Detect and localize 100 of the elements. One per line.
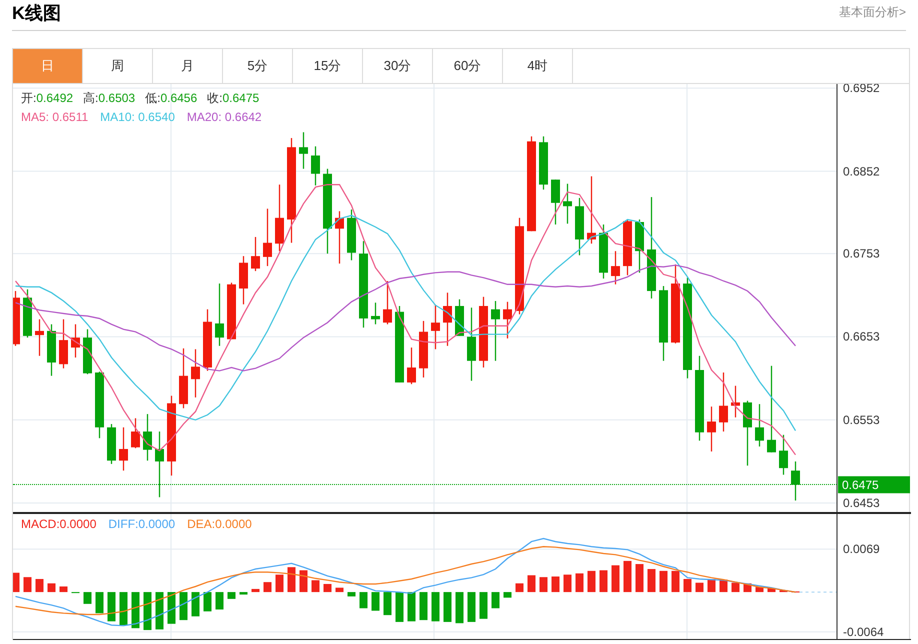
candlestick [71,324,80,358]
macd-bar [708,579,716,592]
macd-bar [672,570,680,592]
candlestick [563,184,572,224]
macd-bar [264,582,272,592]
axis-label: 0.6952 [843,84,880,96]
macd-bar [600,570,608,592]
macd-bar [324,584,332,592]
macd-bar [348,592,356,596]
macd-bar [468,592,476,622]
candlestick [443,292,452,346]
candlestick [539,136,548,190]
candlestick [107,424,116,464]
macd-bar [13,572,20,592]
macd-bar [204,592,212,612]
macd-bar [420,592,428,620]
candlestick [407,348,416,384]
candlestick [371,302,380,324]
macd-bar [504,592,512,598]
candlestick [179,348,188,408]
candlestick [203,309,212,371]
macd-bar [288,567,296,592]
macd-bar [768,588,776,592]
macd-bar [216,592,224,610]
candlestick [731,386,740,418]
macd-bar [780,590,788,592]
macd-bar [648,569,656,592]
candlestick [611,251,620,284]
macd-bar [36,579,44,592]
last-price-tag: 0.6475 [838,476,910,494]
macd-bar [300,570,308,592]
macd-bar [576,573,584,592]
macd-bar [168,592,176,624]
axis-label: 0.6553 [843,412,880,427]
candlestick [431,305,440,350]
candlestick [59,319,68,368]
macd-bar [444,592,452,622]
macd-bar [192,592,200,616]
candlestick [707,406,716,452]
candlestick [779,434,788,475]
axis-label: 0.6453 [843,496,880,510]
legend-label: 低: [145,91,160,105]
axis-label: 0.6753 [843,246,880,261]
candlestick [335,211,344,264]
candlestick [95,372,104,438]
candlestick [275,184,284,252]
candlestick [299,132,308,169]
candlestick [239,256,248,304]
legend-text: MACD:0.0000 [21,516,96,532]
macd-bar [276,574,284,592]
candlestick [719,372,728,432]
macd-bar [492,592,500,608]
macd-bar [540,577,548,592]
legend-label: 收: [207,91,222,105]
macd-bar [312,580,320,592]
fundamental-analysis-link[interactable]: 基本面分析> [838,0,906,22]
macd-bar [456,592,464,624]
candlestick [455,299,464,336]
macd-bar [432,592,440,622]
candlestick [35,319,44,356]
axis-label: 0.0069 [843,542,880,556]
legend-text: MA5: 0.6511 [21,109,88,125]
legend-text: MA10: 0.6540 [100,109,175,125]
macd-bar [684,579,692,592]
axis-label: 0.6653 [843,330,880,344]
macd-bar [108,592,116,622]
macd-bar [408,592,416,622]
candlestick [191,349,200,398]
macd-bar [480,592,488,619]
macd-bar [564,574,572,592]
legend-value: 0.6503 [98,91,136,105]
candlestick [155,432,164,498]
candlestick [311,146,320,186]
candlestick [419,320,428,378]
macd-bar [516,583,524,592]
candlestick [13,291,20,346]
macd-bar [84,592,92,604]
legend-value: 0.6475 [222,91,260,105]
candlestick [503,302,512,338]
macd-bar [396,592,404,622]
macd-bar [120,592,128,626]
candlestick [383,281,392,324]
candlestick [215,284,224,346]
macd-bar [180,592,188,620]
axis-label: 0.6852 [843,164,880,178]
macd-bar [528,575,536,592]
macd-bar [48,583,56,592]
candlestick [791,461,800,501]
candlestick [143,414,152,461]
legend-label: 高: [83,91,98,105]
macd-bar [612,565,620,592]
legend-text: DIFF:0.0000 [108,516,176,532]
candlestick [347,210,356,260]
candlestick [623,220,632,276]
candlestick [119,427,128,471]
candlestick [47,324,56,376]
macd-bar [756,587,764,592]
candlestick [587,176,596,244]
macd-bar [588,570,596,592]
legend-value: 0.6456 [160,91,198,105]
